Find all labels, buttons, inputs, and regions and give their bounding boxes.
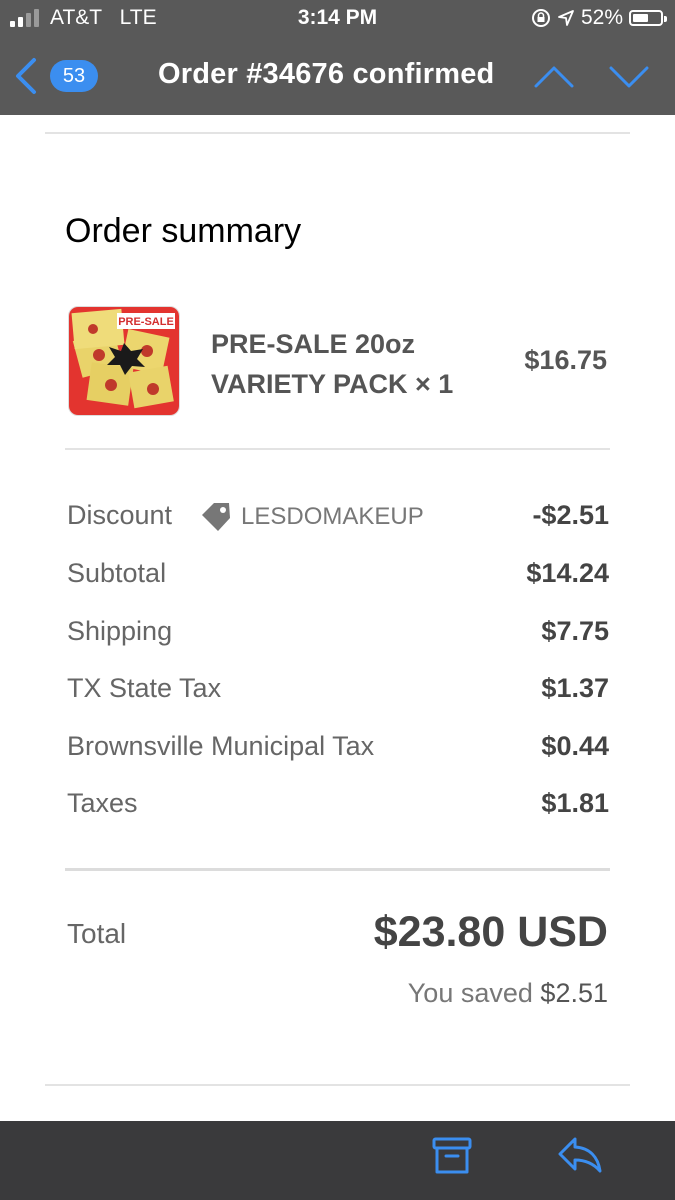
taxes-value: $1.81 — [541, 788, 609, 818]
product-name[interactable]: PRE-SALE 20oz VARIETY PACK × 1 — [211, 324, 511, 404]
top-divider — [45, 132, 630, 134]
total-label: Total — [67, 918, 127, 949]
state-tax-value: $1.37 — [541, 673, 609, 703]
shipping-label: Shipping — [67, 616, 173, 646]
discount-code: LESDOMAKEUP — [199, 500, 424, 534]
taxes-row: Taxes $1.81 — [67, 788, 609, 824]
bottom-toolbar — [0, 1121, 675, 1200]
header: AT&T LTE 3:14 PM 52% 53 Order #34676 con… — [0, 0, 675, 115]
shipping-row: Shipping $7.75 — [67, 616, 609, 652]
total-value: $23.80 USD — [373, 908, 608, 956]
order-summary-heading: Order summary — [65, 212, 302, 250]
product-divider — [65, 448, 610, 450]
bottom-divider — [45, 1084, 630, 1086]
municipal-tax-row: Brownsville Municipal Tax $0.44 — [67, 731, 609, 767]
product-price: $16.75 — [524, 345, 607, 375]
discount-label: Discount — [67, 500, 173, 530]
municipal-tax-value: $0.44 — [541, 731, 609, 761]
subtotal-row: Subtotal $14.24 — [67, 558, 609, 594]
unread-count-badge[interactable]: 53 — [50, 60, 98, 92]
product-image-art: PRE-SALE — [69, 307, 179, 415]
reply-icon[interactable] — [557, 1135, 603, 1175]
product-image-label: PRE-SALE — [118, 316, 174, 328]
state-tax-row: TX State Tax $1.37 — [67, 673, 609, 709]
chevron-down-icon[interactable] — [608, 64, 650, 90]
product-name-line1: PRE-SALE 20oz — [211, 329, 416, 359]
discount-row: Discount LESDOMAKEUP -$2.51 — [67, 500, 609, 536]
product-name-line2: VARIETY PACK × 1 — [211, 369, 454, 399]
savings-prefix: You saved — [407, 978, 533, 1008]
discount-code-text: LESDOMAKEUP — [241, 503, 424, 530]
state-tax-label: TX State Tax — [67, 673, 222, 703]
battery-percent: 52% — [580, 6, 623, 29]
chevron-left-icon[interactable] — [12, 56, 40, 96]
page-title: Order #34676 confirmed — [158, 58, 495, 90]
location-arrow-icon — [558, 10, 574, 26]
taxes-label: Taxes — [67, 788, 138, 818]
savings-amount: $2.51 — [540, 978, 608, 1008]
rotation-lock-icon — [531, 9, 550, 27]
battery-icon — [629, 10, 667, 26]
chevron-up-icon[interactable] — [533, 64, 575, 90]
subtotal-label: Subtotal — [67, 558, 167, 588]
product-image[interactable]: PRE-SALE — [68, 306, 180, 416]
subtotal-value: $14.24 — [526, 558, 609, 588]
savings-note: You saved $2.51 — [408, 978, 608, 1009]
archive-icon[interactable] — [431, 1136, 473, 1176]
municipal-tax-label: Brownsville Municipal Tax — [67, 731, 375, 761]
nav-bar: 53 Order #34676 confirmed — [0, 40, 675, 115]
tag-icon — [202, 503, 230, 531]
discount-value: -$2.51 — [532, 500, 609, 530]
totals-divider — [65, 868, 610, 871]
shipping-value: $7.75 — [541, 616, 609, 646]
status-bar: AT&T LTE 3:14 PM 52% — [0, 0, 675, 36]
